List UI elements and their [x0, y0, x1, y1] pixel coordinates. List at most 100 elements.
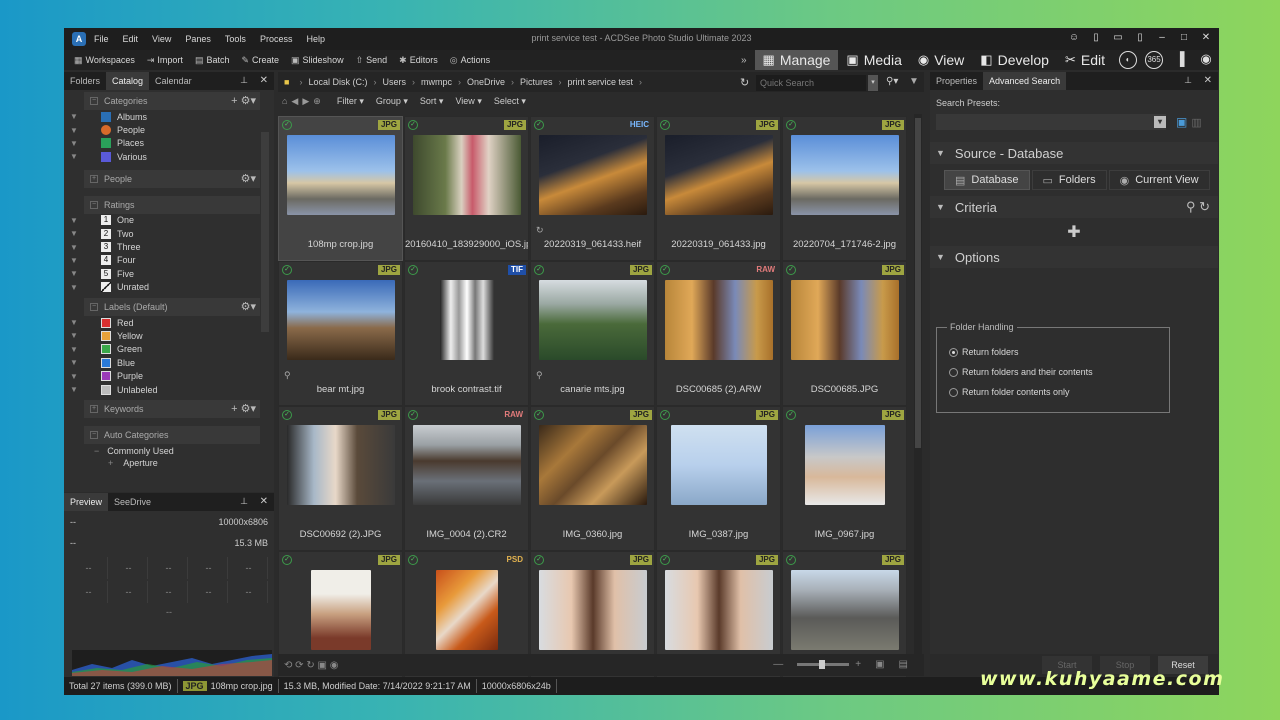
check-icon[interactable]: ✓: [786, 555, 796, 565]
breadcrumb-users[interactable]: Users: [382, 77, 406, 87]
add-settings-icons[interactable]: + ⚙▾: [231, 402, 256, 415]
thumbnail-item[interactable]: ✓ JPG 20220704_171746-2.jpg: [782, 116, 907, 261]
section-source[interactable]: ▼ Source - Database: [930, 142, 1218, 164]
breadcrumb-pictures[interactable]: Pictures: [520, 77, 553, 87]
thumbnail-item[interactable]: ✓ JPG IMG_0360.jpg: [530, 406, 655, 551]
select-button[interactable]: Select ▾: [494, 96, 526, 107]
pin-icon[interactable]: ⊥: [240, 496, 248, 507]
radio-return-folders[interactable]: Return folders: [949, 342, 1169, 362]
mode-media[interactable]: ▣ Media: [838, 50, 909, 70]
thumbnail-item[interactable]: ✓ JPG DSC00685.JPG: [782, 261, 907, 406]
label-yellow[interactable]: ▼ Yellow: [64, 329, 274, 342]
mode-manage[interactable]: ▦ Manage: [754, 50, 839, 70]
grid-scroll-thumb[interactable]: [915, 118, 921, 448]
check-icon[interactable]: ✓: [534, 265, 544, 275]
list-item-commonly-used[interactable]: − Commonly Used: [64, 444, 274, 457]
thumbnail-item[interactable]: ✓ JPG 20160410_183929000_iOS.jpg: [404, 116, 529, 261]
source-current-view-button[interactable]: ◉ Current View: [1108, 170, 1210, 190]
sort-button[interactable]: Sort ▾: [420, 96, 444, 107]
menu-help[interactable]: Help: [306, 34, 325, 44]
criteria-tools-icon[interactable]: ⚲ ↻: [1186, 199, 1210, 215]
thumbnail-item[interactable]: ✓ JPG IMG_0967.jpg: [782, 406, 907, 551]
slideshow-button[interactable]: ▣ Slideshow: [291, 55, 344, 66]
list-item-people[interactable]: ▼ People: [64, 123, 274, 136]
check-icon[interactable]: ✓: [660, 555, 670, 565]
label-red[interactable]: ▼ Red: [64, 316, 274, 329]
refresh-icon[interactable]: ↻: [740, 76, 749, 89]
check-icon[interactable]: ✓: [408, 410, 418, 420]
send-button[interactable]: ⇧ Send: [356, 55, 388, 66]
thumbnail-item[interactable]: ✓ HEIC ↻ 20220319_061433.heif: [530, 116, 655, 261]
account-icon[interactable]: ☺: [1067, 31, 1081, 45]
breadcrumb-onedrive[interactable]: OneDrive: [467, 77, 505, 87]
thumbnail-item[interactable]: ✓ RAW DSC00685 (2).ARW: [656, 261, 781, 406]
save-icon[interactable]: ▣: [1176, 115, 1187, 129]
filter-icon[interactable]: ▼: [909, 76, 919, 87]
thumbnail-item[interactable]: ✓ JPG 108mp crop.jpg: [278, 116, 403, 261]
list-item-places[interactable]: ▼ Places: [64, 137, 274, 150]
details-view-icon[interactable]: ▤: [899, 659, 908, 670]
thumbnail-item[interactable]: ✓ JPG DSC00692 (2).JPG: [278, 406, 403, 551]
minimize-icon[interactable]: –: [1155, 31, 1169, 45]
label-blue[interactable]: ▼ Blue: [64, 356, 274, 369]
menu-edit[interactable]: Edit: [123, 34, 139, 44]
check-icon[interactable]: ✓: [408, 555, 418, 565]
grid-scrollbar[interactable]: [914, 114, 922, 669]
check-icon[interactable]: ✓: [786, 410, 796, 420]
list-item-albums[interactable]: ▼ Albums: [64, 110, 274, 123]
check-icon[interactable]: ✓: [534, 120, 544, 130]
list-item-aperture[interactable]: + Aperture: [64, 458, 274, 468]
import-button[interactable]: ⇥ Import: [147, 55, 183, 66]
check-icon[interactable]: ✓: [282, 265, 292, 275]
overflow-chevron-icon[interactable]: »: [741, 55, 747, 66]
filter-button[interactable]: Filter ▾: [337, 96, 364, 107]
pin-icon[interactable]: ⊥: [240, 75, 248, 86]
check-icon[interactable]: ✓: [660, 265, 670, 275]
zoom-in-icon[interactable]: +: [855, 659, 861, 670]
settings-icon[interactable]: ⚙▾: [241, 300, 256, 313]
mode-develop[interactable]: ◧ Develop: [972, 50, 1057, 70]
section-categories[interactable]: − Categories + ⚙▾: [84, 92, 260, 110]
add-settings-icons[interactable]: + ⚙▾: [231, 94, 256, 107]
source-folders-button[interactable]: ▭ Folders: [1031, 170, 1107, 190]
workspaces-button[interactable]: ▦ Workspaces: [74, 55, 135, 66]
section-ratings[interactable]: − Ratings: [84, 195, 260, 214]
thumbnail-view-icon[interactable]: ▣: [875, 659, 884, 670]
rating-three[interactable]: ▼ 3 Three: [64, 240, 274, 253]
tab-seedrive[interactable]: SeeDrive: [108, 493, 157, 511]
section-auto-categories[interactable]: − Auto Categories: [84, 426, 260, 445]
add-criteria-icon[interactable]: ✚: [930, 222, 1218, 242]
menu-process[interactable]: Process: [260, 34, 293, 44]
radio-return-contents-only[interactable]: Return folder contents only: [949, 382, 1169, 402]
tab-folders[interactable]: Folders: [64, 72, 106, 90]
menu-file[interactable]: File: [94, 34, 109, 44]
layout-bottom-icon[interactable]: ▭: [1111, 31, 1125, 45]
check-icon[interactable]: ✓: [786, 265, 796, 275]
nav-buttons-icon[interactable]: ⌂◀▶⊕: [282, 96, 325, 107]
settings-icon[interactable]: ⚙▾: [241, 172, 256, 185]
breadcrumb-local-disk[interactable]: Local Disk (C:): [308, 77, 367, 87]
close-icon[interactable]: ✕: [1199, 31, 1213, 45]
maximize-icon[interactable]: □: [1177, 31, 1191, 45]
section-labels[interactable]: − Labels (Default) ⚙▾: [84, 297, 260, 316]
thumbnail-item[interactable]: ✓ RAW IMG_0004 (2).CR2: [404, 406, 529, 551]
pin-icon[interactable]: ⊥: [1184, 75, 1192, 86]
view-button[interactable]: View ▾: [455, 96, 481, 107]
thumbnail-item[interactable]: ✓ TIF brook contrast.tif: [404, 261, 529, 406]
stats-icon[interactable]: ▐: [1171, 51, 1189, 69]
check-icon[interactable]: ✓: [534, 555, 544, 565]
close-panel-icon[interactable]: ✕: [260, 75, 268, 86]
tab-catalog[interactable]: Catalog: [106, 72, 150, 90]
editors-button[interactable]: ✱ Editors: [399, 55, 438, 66]
breadcrumb-current[interactable]: print service test: [568, 77, 634, 87]
radio-return-folders-contents[interactable]: Return folders and their contents: [949, 362, 1169, 382]
watch-icon[interactable]: ◉: [1197, 51, 1215, 69]
dashboard-icon[interactable]: ◐: [1119, 51, 1137, 69]
check-icon[interactable]: ✓: [408, 265, 418, 275]
actions-button[interactable]: ◎ Actions: [450, 55, 490, 66]
section-keywords[interactable]: + Keywords + ⚙▾: [84, 400, 260, 419]
check-icon[interactable]: ✓: [660, 410, 670, 420]
check-icon[interactable]: ✓: [408, 120, 418, 130]
label-purple[interactable]: ▼ Purple: [64, 369, 274, 382]
thumbnail-item[interactable]: ✓ JPG ⚲ bear mt.jpg: [278, 261, 403, 406]
